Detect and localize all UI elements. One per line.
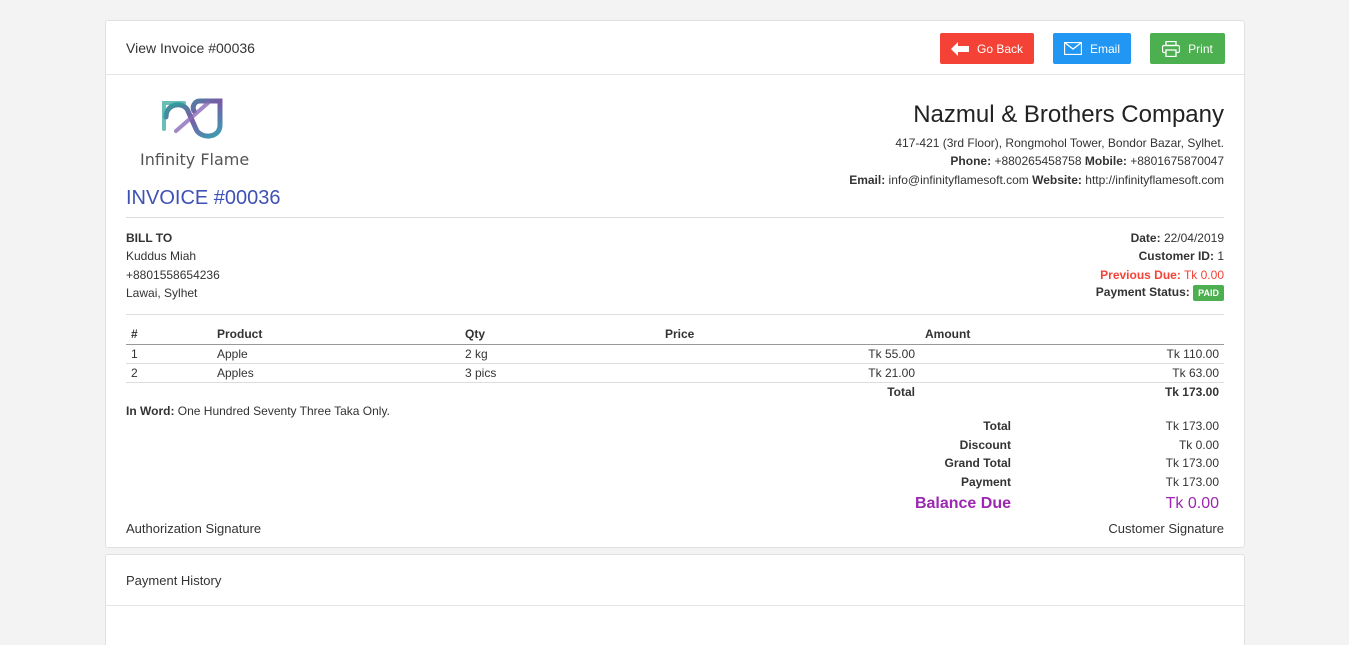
email-label: Email bbox=[1089, 41, 1120, 56]
table-cell: 2 kg bbox=[460, 344, 660, 364]
table-total-label: Total bbox=[660, 382, 920, 401]
table-cell: Apples bbox=[212, 363, 460, 383]
table-row: 2 Apples 3 pics Tk 21.00 Tk 63.00 bbox=[126, 363, 1224, 383]
page-title: View Invoice #00036 bbox=[126, 40, 255, 56]
invoice-date: 22/04/2019 bbox=[1163, 231, 1224, 245]
go-back-button[interactable]: Go Back bbox=[940, 33, 1034, 64]
table-total-value: Tk 173.00 bbox=[920, 382, 1224, 401]
column-header: Product bbox=[212, 325, 460, 345]
payment-history-card: Payment History bbox=[105, 554, 1245, 645]
invoice-card: View Invoice #00036 Go Back Email Print bbox=[105, 20, 1245, 548]
email-label-text: Email: bbox=[849, 173, 886, 187]
summary-discount-label: Discount bbox=[959, 438, 1011, 452]
payment-status-line: Payment Status: PAID bbox=[906, 285, 1224, 301]
website-label: Website: bbox=[1032, 173, 1082, 187]
print-label: Print bbox=[1188, 41, 1213, 56]
summary-payment-label: Payment bbox=[960, 475, 1011, 489]
company-email[interactable]: info@infinityflamesoft.com bbox=[889, 173, 1029, 187]
previous-due-line: Previous Due: Tk 0.00 bbox=[906, 268, 1224, 282]
table-cell: 3 pics bbox=[460, 363, 660, 383]
company-mobile: +8801675870047 bbox=[1130, 154, 1224, 168]
in-word-label: In Word: bbox=[126, 404, 175, 418]
summary-grand-total-value: Tk 173.00 bbox=[1165, 456, 1219, 470]
table-cell: Tk 55.00 bbox=[660, 344, 920, 364]
column-header: # bbox=[126, 325, 212, 345]
print-button[interactable]: Print bbox=[1150, 33, 1225, 64]
table-row: 1 Apple 2 kg Tk 55.00 Tk 110.00 bbox=[126, 344, 1224, 364]
bill-to-address: Lawai, Sylhet bbox=[126, 286, 198, 300]
table-total-row: Total Tk 173.00 bbox=[126, 382, 1224, 401]
bill-to-name: Kuddus Miah bbox=[126, 249, 197, 263]
table-cell: Apple bbox=[212, 344, 460, 364]
company-name: Nazmul & Brothers Company bbox=[913, 101, 1224, 128]
table-cell: 2 bbox=[126, 363, 212, 383]
invoice-card-header: View Invoice #00036 Go Back Email Print bbox=[106, 21, 1244, 75]
company-website[interactable]: http://infinityflamesoft.com bbox=[1085, 173, 1224, 187]
status-badge: PAID bbox=[1193, 285, 1224, 301]
balance-due-value: Tk 0.00 bbox=[1165, 495, 1219, 512]
date-label: Date: bbox=[1130, 231, 1161, 245]
company-logo: Infinity Flame bbox=[136, 95, 256, 170]
summary-discount-value: Tk 0.00 bbox=[1178, 438, 1219, 452]
summary-total-label: Total bbox=[983, 419, 1011, 433]
customer-id-line: Customer ID: 1 bbox=[906, 249, 1224, 263]
divider bbox=[126, 217, 1224, 218]
bill-to-phone: +8801558654236 bbox=[126, 268, 220, 282]
customer-id: 1 bbox=[1217, 249, 1224, 263]
invoice-number: INVOICE #00036 bbox=[126, 187, 281, 209]
previous-due: Tk 0.00 bbox=[1183, 268, 1224, 282]
customer-signature: Customer Signature bbox=[1108, 521, 1224, 536]
previous-due-label: Previous Due: bbox=[1100, 268, 1181, 282]
company-address: 417-421 (3rd Floor), Rongmohol Tower, Bo… bbox=[895, 136, 1224, 150]
summary-total-value: Tk 173.00 bbox=[1165, 419, 1219, 433]
customer-id-label: Customer ID: bbox=[1138, 249, 1214, 263]
company-phone: +880265458758 bbox=[994, 154, 1082, 168]
in-word-text: One Hundred Seventy Three Taka Only. bbox=[177, 404, 390, 418]
bill-to-heading: BILL TO bbox=[126, 231, 173, 245]
company-phone-line: Phone: +880265458758 Mobile: +8801675870… bbox=[706, 154, 1224, 168]
balance-due-label: Balance Due bbox=[914, 495, 1011, 512]
divider bbox=[126, 314, 1224, 315]
payment-history-title: Payment History bbox=[126, 573, 222, 588]
table-cell: Tk 110.00 bbox=[920, 344, 1224, 364]
summary-payment-value: Tk 173.00 bbox=[1165, 475, 1219, 489]
table-cell: Tk 21.00 bbox=[660, 363, 920, 383]
envelope-icon bbox=[1063, 42, 1082, 55]
printer-icon bbox=[1162, 40, 1181, 57]
logo-text: Infinity Flame bbox=[140, 150, 249, 169]
in-word-line: In Word: One Hundred Seventy Three Taka … bbox=[126, 404, 390, 418]
column-header: Price bbox=[660, 325, 920, 345]
arrow-left-icon bbox=[950, 41, 969, 56]
payment-history-header: Payment History bbox=[106, 555, 1244, 606]
email-button[interactable]: Email bbox=[1053, 33, 1131, 64]
column-header: Qty bbox=[460, 325, 660, 345]
items-table: # Product Qty Price Amount 1 Apple 2 kg … bbox=[126, 325, 1224, 401]
go-back-label: Go Back bbox=[976, 41, 1024, 56]
authorization-signature: Authorization Signature bbox=[126, 521, 262, 536]
payment-status-label: Payment Status: bbox=[1095, 285, 1190, 300]
summary-grand-total-label: Grand Total bbox=[944, 456, 1011, 470]
phone-label: Phone: bbox=[950, 154, 992, 168]
table-cell: Tk 63.00 bbox=[920, 363, 1224, 383]
column-header: Amount bbox=[920, 325, 1224, 345]
table-cell: 1 bbox=[126, 344, 212, 364]
invoice-date-line: Date: 22/04/2019 bbox=[906, 231, 1224, 245]
mobile-label: Mobile: bbox=[1084, 154, 1127, 168]
table-header-row: # Product Qty Price Amount bbox=[126, 325, 1224, 345]
company-contact-line: Email: info@infinityflamesoft.com Websit… bbox=[706, 173, 1224, 187]
